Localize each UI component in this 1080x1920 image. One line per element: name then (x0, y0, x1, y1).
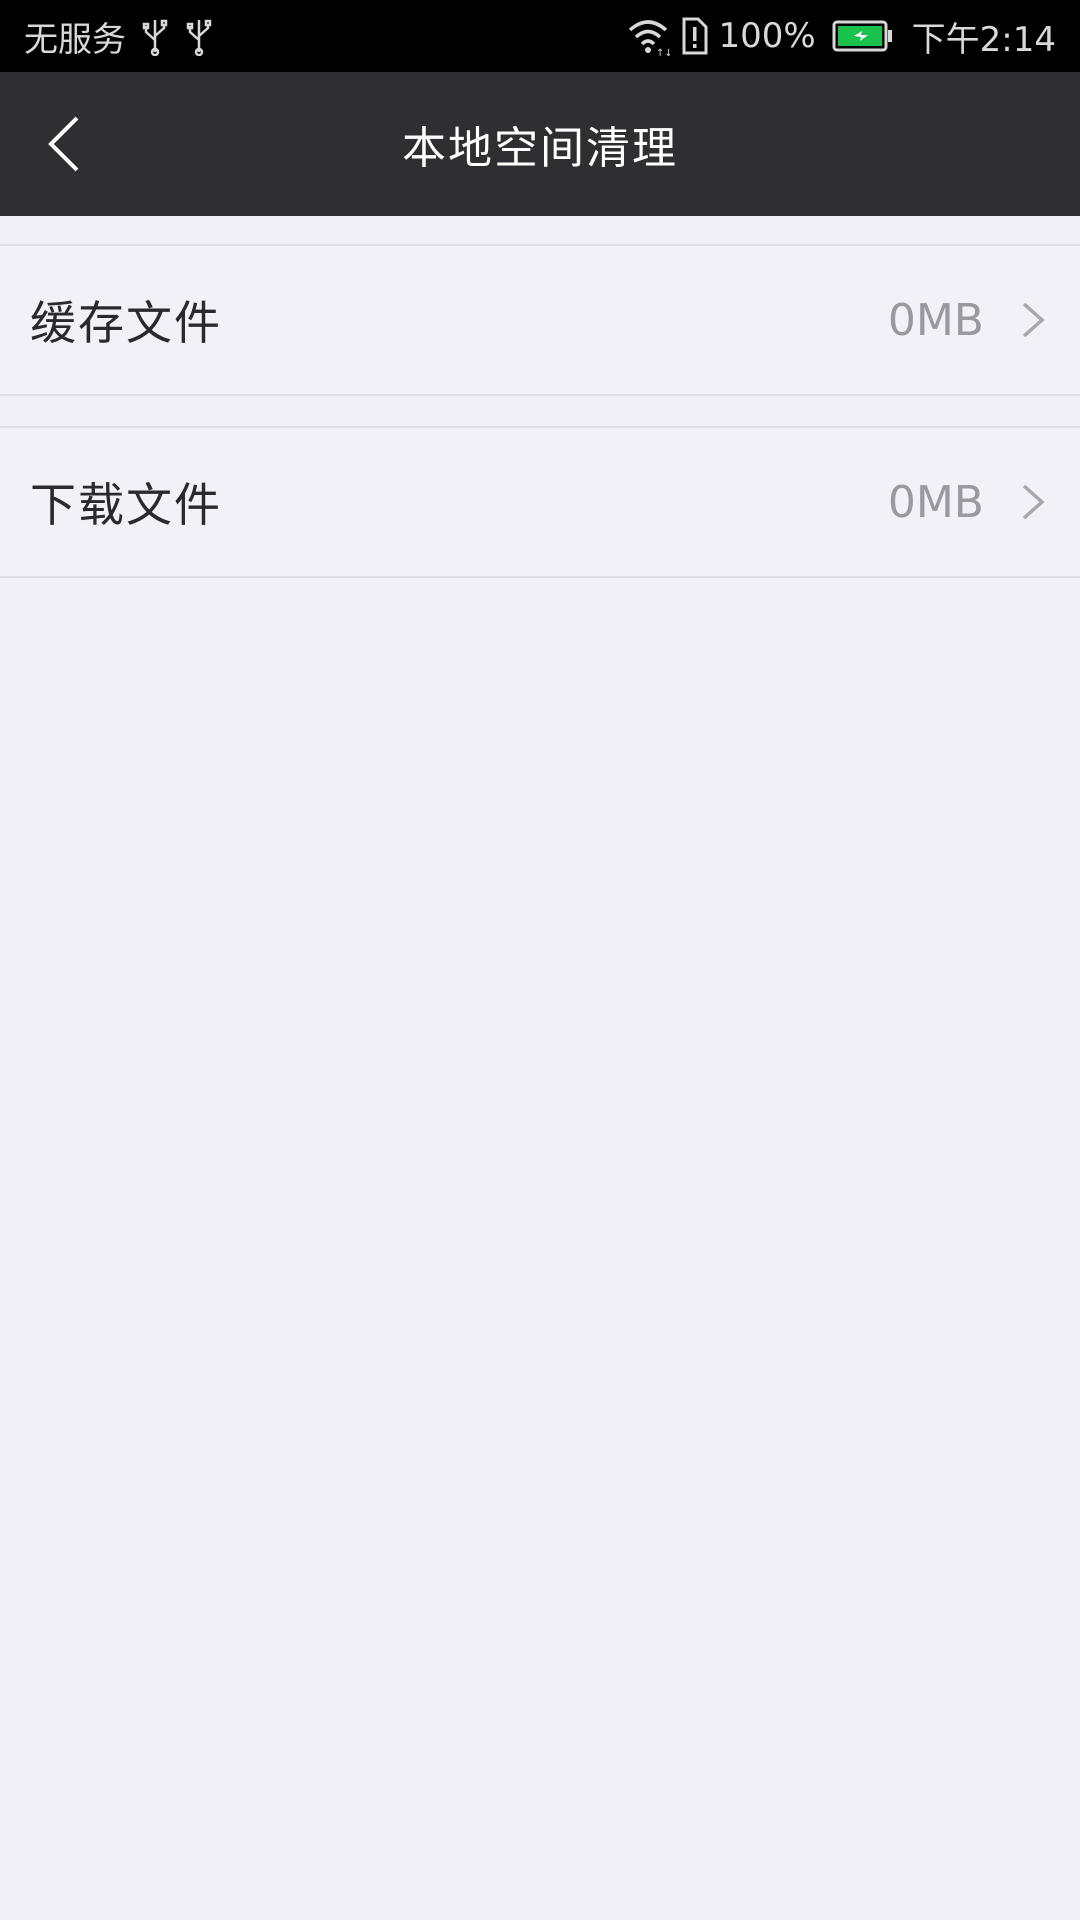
status-left: 无服务 (24, 12, 214, 61)
row-value: 0MB (887, 294, 984, 346)
chevron-right-icon (1022, 302, 1045, 338)
usb-icon (186, 19, 212, 56)
app-bar: 本地空间清理 (0, 72, 1080, 216)
chevron-right-icon (1022, 484, 1045, 520)
row-value: 0MB (887, 476, 984, 528)
list-item-download-files[interactable]: 下载文件 0MB (0, 426, 1080, 578)
page-title: 本地空间清理 (402, 123, 678, 174)
sim-alert-icon (682, 17, 708, 55)
wifi-icon: ↑↓ (629, 20, 670, 56)
svg-text:↑↓: ↑↓ (656, 48, 670, 56)
status-right: ↑↓ 100% 下午2:14 (626, 12, 1056, 61)
usb-icon (142, 19, 168, 56)
status-bar: 无服务 ↑↓ 100% 下午2:14 (0, 0, 1080, 72)
battery-percent: 100% (718, 16, 816, 56)
battery-charging-icon (832, 20, 892, 52)
row-label: 缓存文件 (30, 296, 222, 350)
clock: 下午2:14 (911, 19, 1056, 60)
list-item-cache-files[interactable]: 缓存文件 0MB (0, 244, 1080, 396)
row-label: 下载文件 (30, 478, 222, 532)
carrier-label: 无服务 (24, 19, 126, 60)
